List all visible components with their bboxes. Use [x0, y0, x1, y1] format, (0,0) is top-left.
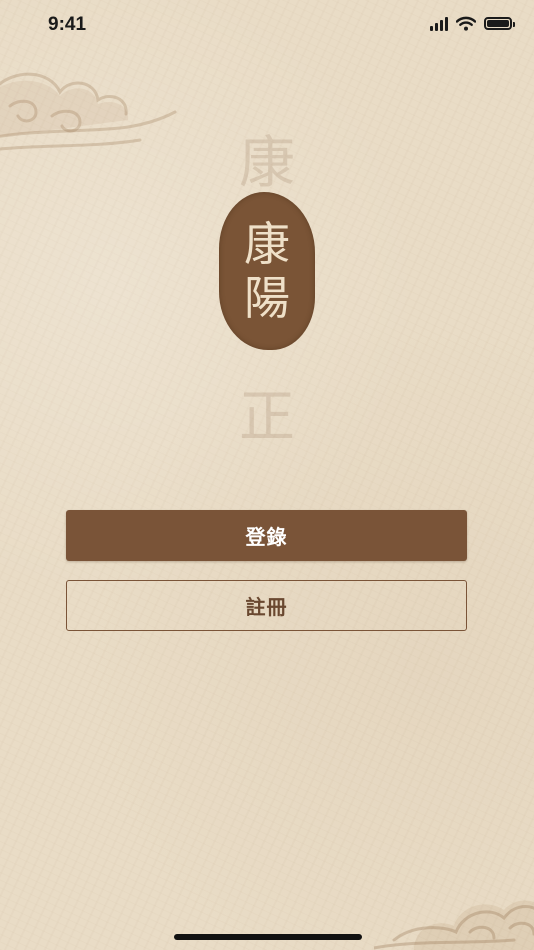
login-button[interactable]: 登錄: [66, 510, 467, 561]
register-button[interactable]: 註冊: [66, 580, 467, 631]
login-screen: 9:41 康 正 康 陽 登錄 註冊: [0, 0, 534, 950]
cloud-icon: [374, 900, 534, 950]
background-character-top: 康: [239, 131, 295, 196]
logo-character: 康: [244, 217, 290, 271]
home-indicator: [174, 934, 362, 940]
app-logo-seal: 康 陽: [219, 192, 315, 350]
wifi-icon: [456, 16, 476, 31]
status-bar: 9:41: [0, 0, 534, 54]
status-icons: [430, 16, 515, 31]
signal-icon: [430, 16, 448, 31]
status-time: 9:41: [48, 14, 87, 35]
battery-icon: [484, 17, 515, 30]
background-character-bottom: 正: [239, 385, 295, 450]
logo-character: 陽: [244, 271, 290, 325]
